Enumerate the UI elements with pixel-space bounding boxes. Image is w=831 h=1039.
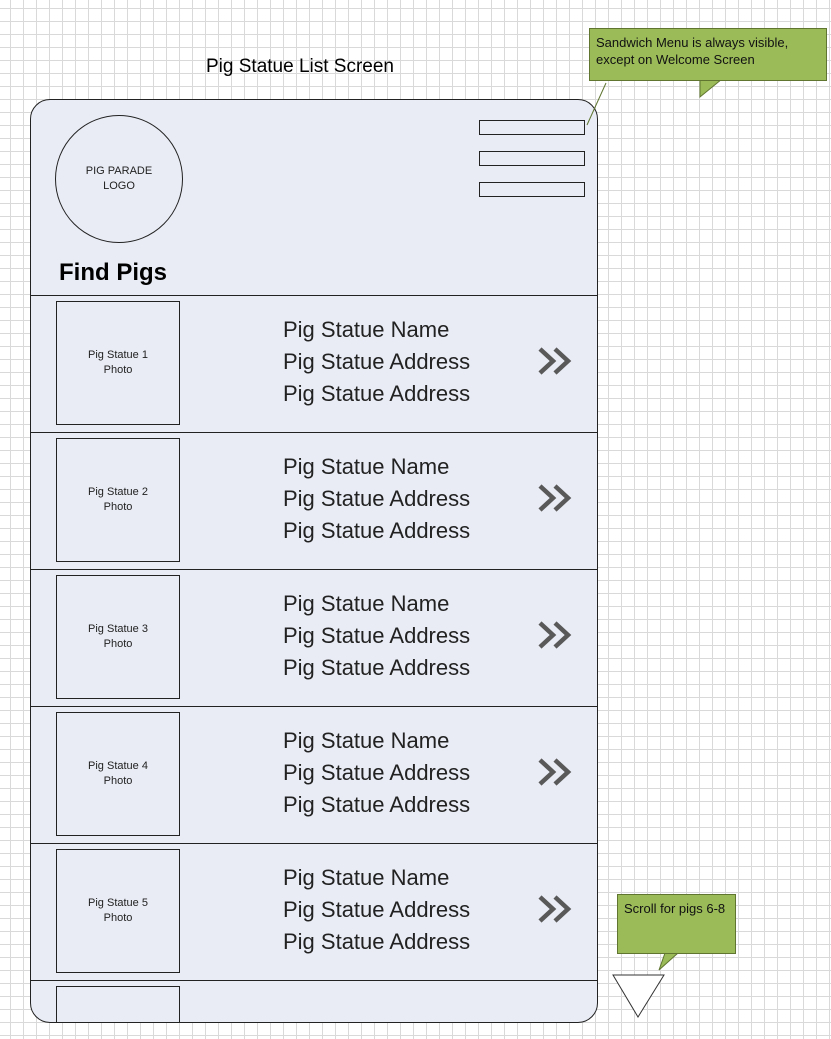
- menu-callout: Sandwich Menu is always visible, except …: [589, 28, 827, 81]
- callout-tail: [699, 78, 724, 99]
- scroll-callout: Scroll for pigs 6-8: [617, 894, 736, 954]
- callout-pointer-line: [586, 82, 607, 126]
- callout-tail: [658, 952, 680, 971]
- scroll-down-triangle-icon[interactable]: [612, 974, 665, 1018]
- callout-connectors: [586, 78, 724, 1018]
